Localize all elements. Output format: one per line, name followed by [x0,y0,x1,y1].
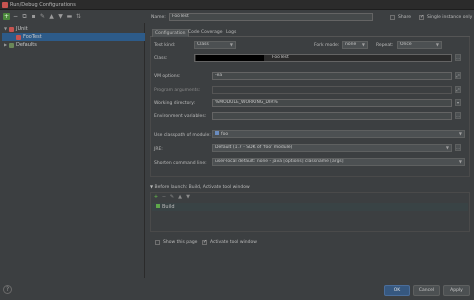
expand-arrow-icon[interactable]: ▼ [3,25,8,33]
fork-mode-label: Fork mode: [314,43,340,48]
tree-item-junit[interactable]: ▼ JUnit [2,25,145,33]
build-icon [156,204,160,208]
browse-working-directory-button[interactable]: ▾ [455,99,461,106]
collapse-arrow-icon[interactable]: ▼ [150,184,153,189]
before-launch-title: Before launch: Build, Activate tool wind… [154,185,250,190]
environment-variables-field[interactable] [212,112,452,120]
single-instance-label: Single instance only [427,15,473,20]
fork-mode-select[interactable]: none ▼ [342,41,368,49]
add-icon[interactable]: + [3,13,10,20]
browse-class-button[interactable]: … [455,54,461,61]
add-task-icon[interactable]: + [153,194,159,200]
folder-icon[interactable]: ▬ [66,13,73,20]
repeat-value: Once [400,42,412,47]
fork-mode-value: none [345,42,357,47]
sort-icon[interactable]: ⇅ [75,13,82,20]
working-directory-label: Working directory: [154,101,196,106]
share-checkbox[interactable] [390,15,395,20]
tab-code-coverage[interactable]: Code Coverage [186,29,225,37]
tree-item-footest[interactable]: FooTest [2,33,145,41]
collapse-arrow-icon[interactable]: ▶ [3,41,8,49]
move-down-icon[interactable]: ▼ [57,13,64,20]
browse-jre-button[interactable]: … [455,144,461,151]
chevron-down-icon: ▼ [458,131,462,136]
class-field[interactable]: FooTest [194,54,452,62]
repeat-select[interactable]: Once ▼ [397,41,442,49]
tree-item-label: FooTest [23,34,42,40]
working-directory-field[interactable]: %MODULE_WORKING_DIR% [212,99,452,107]
copy-icon[interactable]: ⧉ [21,13,28,20]
test-class-icon [16,34,21,40]
environment-variables-label: Environment variables: [154,114,207,119]
jre-select[interactable]: Default (1.7 - SDK of 'foo' module) ▼ [212,144,452,152]
program-arguments-label: Program arguments: [154,88,201,93]
show-page-checkbox[interactable] [155,240,160,245]
save-icon[interactable]: ▪ [30,13,37,20]
ok-button[interactable]: OK [384,285,410,296]
edit-task-icon[interactable]: ✎ [169,194,175,200]
single-instance-checkbox[interactable] [419,14,424,20]
jre-label: JRE: [154,147,163,152]
move-down-icon[interactable]: ▼ [185,194,191,200]
vm-options-field[interactable]: -ea [212,72,452,80]
remove-icon[interactable]: − [12,13,19,20]
test-kind-value: Class [197,42,209,47]
name-label: Name: [151,15,166,20]
edit-environment-variables-button[interactable]: … [455,112,461,119]
classpath-module-label: Use classpath of module: [154,133,211,138]
tab-bar: Configuration Code Coverage Logs [150,29,470,37]
classpath-module-value: foo [221,132,229,137]
apply-button[interactable]: Apply [443,285,470,296]
activate-tool-window-checkbox[interactable] [202,239,207,245]
class-label: Class: [154,56,168,61]
name-field[interactable]: FooTest [169,13,373,21]
before-launch-list: + − ✎ ▲ ▼ Build [150,192,470,232]
activate-tool-window-label: Activate tool window [210,240,257,245]
shorten-command-line-label: Shorten command line: [154,161,207,166]
chevron-down-icon: ▼ [229,42,233,47]
tree-item-label: Defaults [16,42,37,48]
chevron-down-icon: ▼ [435,42,439,47]
window-title: Run/Debug Configurations [10,2,76,8]
list-item-label: Build [162,204,175,210]
before-launch-header[interactable]: ▼ Before launch: Build, Activate tool wi… [150,184,470,190]
expand-program-arguments-button[interactable]: ⤢ [455,86,461,93]
move-up-icon[interactable]: ▲ [48,13,55,20]
defaults-icon [9,42,14,48]
config-toolbar: + − ⧉ ▪ ✎ ▲ ▼ ▬ ⇅ [2,12,145,22]
title-bar: Run/Debug Configurations [0,0,474,10]
jre-value: Default (1.7 - SDK of 'foo' module) [215,145,293,150]
junit-icon [9,26,14,32]
expand-vm-options-button[interactable]: ⤢ [455,72,461,79]
shorten-command-line-select[interactable]: user-local default: none - java [options… [212,158,465,166]
tab-configuration[interactable]: Configuration [152,29,189,37]
vm-options-label: VM options: [154,74,181,79]
test-kind-select[interactable]: Class ▼ [194,41,236,49]
app-icon [2,2,8,8]
settings-icon[interactable]: ✎ [39,13,46,20]
class-value: FooTest [272,55,289,60]
test-kind-label: Test kind: [154,43,176,48]
module-icon [215,131,219,135]
chevron-down-icon: ▼ [445,145,449,150]
share-label: Share [398,15,411,20]
program-arguments-field[interactable] [212,86,452,94]
remove-task-icon[interactable]: − [161,194,167,200]
shorten-command-line-value: user-local default: none - java [options… [215,159,344,164]
tree-item-defaults[interactable]: ▶ Defaults [2,41,145,49]
chevron-down-icon: ▼ [458,159,462,164]
configuration-tree: ▼ JUnit FooTest ▶ Defaults [2,23,145,278]
tab-logs[interactable]: Logs [224,29,238,37]
redacted-package [196,55,264,61]
cancel-button[interactable]: Cancel [413,285,440,296]
help-button[interactable]: ? [3,285,12,294]
chevron-down-icon: ▼ [361,42,365,47]
repeat-label: Repeat: [376,43,394,48]
show-page-label: Show this page [163,240,198,245]
list-item[interactable]: Build [152,203,468,211]
tree-item-label: JUnit [16,26,28,32]
classpath-module-select[interactable]: foo ▼ [212,130,465,138]
move-up-icon[interactable]: ▲ [177,194,183,200]
